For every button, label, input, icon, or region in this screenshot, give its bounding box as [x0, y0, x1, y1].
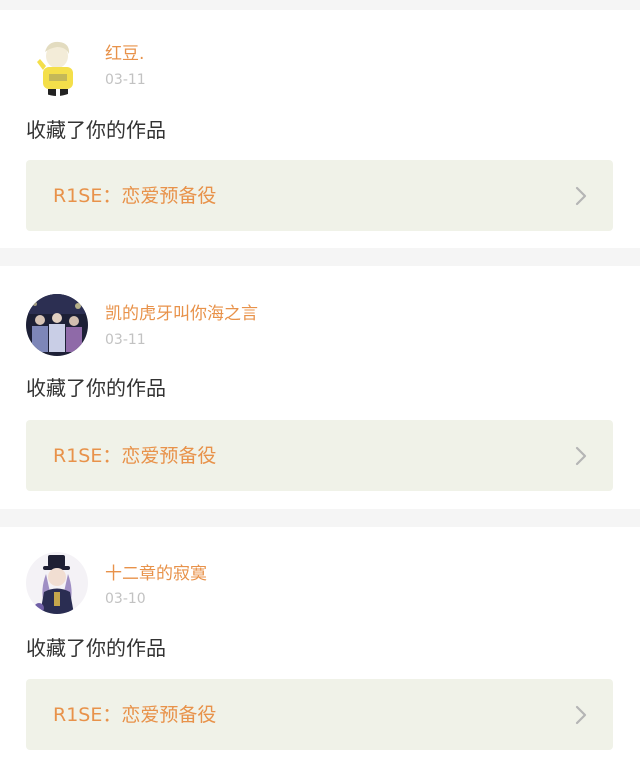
notification-card: 红豆. 03-11 收藏了你的作品 R1SE：恋爱预备役 — [0, 10, 640, 248]
username[interactable]: 凯的虎牙叫你海之言 — [105, 304, 258, 324]
username[interactable]: 十二章的寂寞 — [105, 564, 207, 584]
chevron-right-icon — [575, 705, 587, 725]
group-photo-avatar-icon — [26, 294, 88, 356]
yellow-sweater-cartoon-avatar-icon — [26, 34, 88, 96]
work-link[interactable]: R1SE：恋爱预备役 — [26, 420, 613, 491]
notification-card: 十二章的寂寞 03-10 收藏了你的作品 R1SE：恋爱预备役 — [0, 527, 640, 762]
notification-date: 03-10 — [105, 591, 146, 607]
work-link[interactable]: R1SE：恋爱预备役 — [26, 679, 613, 750]
top-hat-anime-character-avatar-icon — [26, 552, 88, 614]
chevron-right-icon — [575, 446, 587, 466]
notification-feed: 红豆. 03-11 收藏了你的作品 R1SE：恋爱预备役 凯的虎牙叫你海之言 0… — [0, 0, 640, 762]
username[interactable]: 红豆. — [105, 44, 144, 64]
notification-date: 03-11 — [105, 72, 146, 88]
user-avatar[interactable] — [26, 34, 88, 96]
user-avatar[interactable] — [26, 294, 88, 356]
notification-date: 03-11 — [105, 332, 146, 348]
work-link[interactable]: R1SE：恋爱预备役 — [26, 160, 613, 231]
user-avatar[interactable] — [26, 552, 88, 614]
work-title: R1SE：恋爱预备役 — [53, 185, 217, 207]
notification-card: 凯的虎牙叫你海之言 03-11 收藏了你的作品 R1SE：恋爱预备役 — [0, 266, 640, 509]
work-title: R1SE：恋爱预备役 — [53, 704, 217, 726]
action-text: 收藏了你的作品 — [26, 636, 166, 660]
action-text: 收藏了你的作品 — [26, 118, 166, 142]
work-title: R1SE：恋爱预备役 — [53, 445, 217, 467]
action-text: 收藏了你的作品 — [26, 376, 166, 400]
chevron-right-icon — [575, 186, 587, 206]
